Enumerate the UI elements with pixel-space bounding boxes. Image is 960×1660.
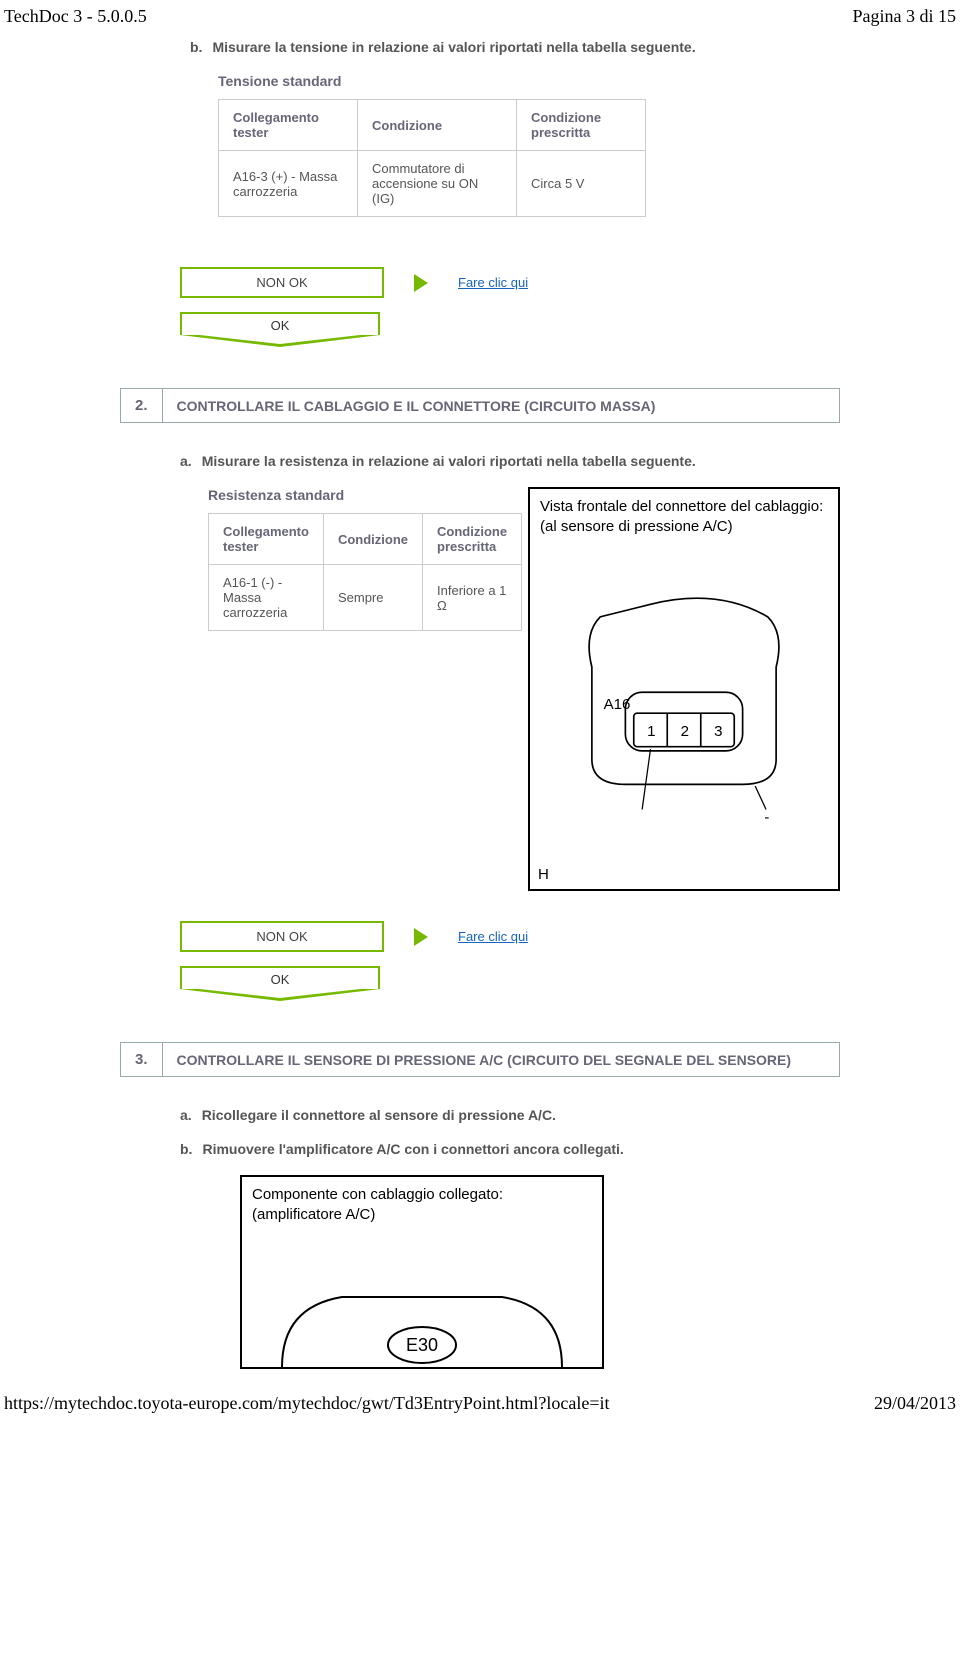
step2-a-text: Misurare la resistenza in relazione ai v… [202, 453, 696, 469]
arrow-down-icon [180, 335, 380, 347]
page-footer: https://mytechdoc.toyota-europe.com/myte… [0, 1369, 960, 1420]
ok-label: OK [180, 312, 380, 335]
step2-a-letter: a. [180, 453, 192, 469]
arrow-right-icon-2 [414, 928, 428, 946]
page-header: TechDoc 3 - 5.0.0.5 Pagina 3 di 15 [0, 0, 960, 39]
arrow-right-icon [414, 274, 428, 292]
r-td-1: A16-1 (-) - Massa carrozzeria [209, 565, 324, 631]
r-th-3: Condizione prescritta [423, 514, 522, 565]
diagram-h-label: H [538, 866, 549, 883]
step-2-title: CONTROLLARE IL CABLAGGIO E IL CONNETTORE… [162, 388, 840, 423]
footer-date: 29/04/2013 [874, 1393, 956, 1414]
svg-text:-: - [764, 809, 769, 826]
flow-block-1: NON OK Fare clic qui OK [180, 267, 840, 348]
step-3-title: CONTROLLARE IL SENSORE DI PRESSIONE A/C … [162, 1042, 840, 1077]
ok-label-2: OK [180, 966, 380, 989]
ok-arrow: OK [180, 312, 380, 348]
pin-a16-label: A16 [604, 696, 631, 713]
step2-a: a. Misurare la resistenza in relazione a… [180, 453, 840, 469]
th-col3: Condizione prescritta [517, 100, 646, 151]
step-b-text: Misurare la tensione in relazione ai val… [212, 39, 695, 55]
r-td-3: Inferiore a 1 Ω [423, 565, 522, 631]
step-3-num: 3. [120, 1042, 162, 1077]
fare-clic-link-2[interactable]: Fare clic qui [458, 929, 528, 944]
content: b. Misurare la tensione in relazione ai … [0, 39, 960, 1369]
connector-diagram: Vista frontale del connettore del cablag… [528, 487, 840, 891]
footer-url: https://mytechdoc.toyota-europe.com/myte… [4, 1393, 610, 1414]
amplifier-diagram: Componente con cablaggio collegato: (amp… [240, 1175, 604, 1369]
r-th-1: Collegamento tester [209, 514, 324, 565]
step-b: b. Misurare la tensione in relazione ai … [190, 39, 840, 55]
step3-b-text: Rimuovere l'amplificatore A/C con i conn… [202, 1141, 623, 1157]
step3-b-letter: b. [180, 1141, 192, 1157]
step-2-num: 2. [120, 388, 162, 423]
step3-a-letter: a. [180, 1107, 192, 1123]
resistenza-label: Resistenza standard [208, 487, 508, 503]
step3-b: b. Rimuovere l'amplificatore A/C con i c… [180, 1141, 840, 1157]
page-indicator: Pagina 3 di 15 [853, 6, 957, 27]
svg-text:2: 2 [681, 723, 689, 740]
td-col1: A16-3 (+) - Massa carrozzeria [219, 151, 358, 217]
step-b-letter: b. [190, 39, 202, 55]
tensione-label: Tensione standard [218, 73, 840, 89]
non-ok-box: NON OK [180, 267, 384, 298]
th-col1: Collegamento tester [219, 100, 358, 151]
ok-arrow-2: OK [180, 966, 380, 1002]
non-ok-box-2: NON OK [180, 921, 384, 952]
diagram2-title: Componente con cablaggio collegato: (amp… [242, 1177, 602, 1226]
svg-text:1: 1 [647, 723, 655, 740]
flow-block-2: NON OK Fare clic qui OK [180, 921, 840, 1002]
doc-title: TechDoc 3 - 5.0.0.5 [4, 6, 147, 27]
r-th-2: Condizione [323, 514, 422, 565]
th-col2: Condizione [358, 100, 517, 151]
step-3-heading: 3. CONTROLLARE IL SENSORE DI PRESSIONE A… [120, 1042, 840, 1077]
svg-text:3: 3 [714, 723, 722, 740]
td-col3: Circa 5 V [517, 151, 646, 217]
step3-a-text: Ricollegare il connettore al sensore di … [202, 1107, 556, 1123]
tensione-table: Collegamento tester Condizione Condizion… [218, 99, 646, 217]
step3-a: a. Ricollegare il connettore al sensore … [180, 1107, 840, 1123]
svg-text:E30: E30 [406, 1335, 438, 1355]
r-td-2: Sempre [323, 565, 422, 631]
resistenza-table: Collegamento tester Condizione Condizion… [208, 513, 522, 631]
td-col2: Commutatore di accensione su ON (IG) [358, 151, 517, 217]
connector-icon: A16 1 2 3 - [550, 569, 818, 849]
step-2-heading: 2. CONTROLLARE IL CABLAGGIO E IL CONNETT… [120, 388, 840, 423]
diagram-title: Vista frontale del connettore del cablag… [530, 489, 838, 538]
fare-clic-link[interactable]: Fare clic qui [458, 275, 528, 290]
arrow-down-icon-2 [180, 989, 380, 1001]
